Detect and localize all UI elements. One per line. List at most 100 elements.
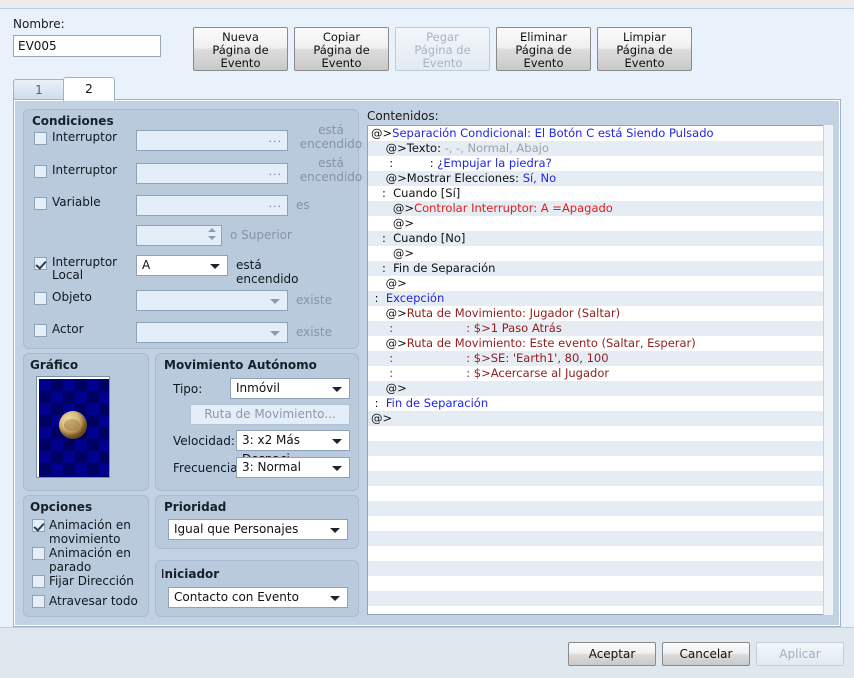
name-input[interactable]	[13, 35, 161, 57]
browse-ellipsis-icon[interactable]: ···	[269, 168, 283, 181]
condition-label-4: Interruptor Local	[52, 256, 136, 282]
page-button-line: Evento	[321, 56, 362, 70]
trigger-combo[interactable]: Contacto con Evento	[168, 587, 348, 608]
condition-checkbox-6[interactable]	[34, 324, 47, 337]
contents-row[interactable]	[368, 561, 832, 576]
option-checkbox-3[interactable]	[32, 595, 45, 608]
contents-row-segment: @>	[371, 381, 407, 395]
movement-speed-combo[interactable]: 3: x2 Más Despaci	[236, 430, 350, 466]
option-checkbox-2[interactable]	[32, 575, 45, 588]
contents-row[interactable]: @>	[368, 411, 832, 426]
condition-checkbox-4[interactable]	[34, 257, 47, 270]
contents-row[interactable]	[368, 516, 832, 531]
contents-row[interactable]	[368, 531, 832, 546]
condition-field-1[interactable]: ···	[136, 163, 288, 184]
window-title-strip	[0, 0, 854, 8]
contents-row-segment: :	[371, 351, 467, 365]
contents-row[interactable]: : Fin de Separación	[368, 396, 832, 411]
contents-row-segment: @>	[371, 336, 407, 350]
page-button-1[interactable]: Copiar Página de Evento	[294, 27, 389, 71]
conditions-title: Condiciones	[32, 114, 114, 128]
chevron-down-icon	[270, 299, 280, 304]
graphic-preview[interactable]	[36, 376, 110, 478]
condition-checkbox-1[interactable]	[34, 165, 47, 178]
spinner-arrows-icon[interactable]	[206, 228, 217, 244]
contents-row[interactable]: @>Controlar Interruptor: A =Apagado	[368, 201, 832, 216]
contents-row[interactable]: @>	[368, 246, 832, 261]
priority-combo[interactable]: Igual que Personajes	[168, 519, 348, 540]
accept-button[interactable]: Aceptar	[568, 642, 656, 666]
contents-row[interactable]: : : $>1 Paso Atrás	[368, 321, 832, 336]
condition-checkbox-5[interactable]	[34, 292, 47, 305]
page-button-4[interactable]: Limpiar Página de Evento	[597, 27, 692, 71]
contents-row[interactable]: : Excepción	[368, 291, 832, 306]
contents-row[interactable]	[368, 456, 832, 471]
condition-checkbox-2[interactable]	[34, 197, 47, 210]
contents-row[interactable]: @>Ruta de Movimiento: Este evento (Salta…	[368, 336, 832, 351]
contents-row-segment: @>	[371, 411, 393, 425]
option-label-line: parado	[49, 560, 92, 574]
contents-row[interactable]	[368, 501, 832, 516]
page-button-0[interactable]: Nueva Página de Evento	[193, 27, 288, 71]
contents-row[interactable]: : Cuando [Sí]	[368, 186, 832, 201]
contents-row-segment: ¿Empujar la piedra?	[437, 156, 552, 170]
movement-frequency-combo[interactable]: 3: Normal	[236, 457, 350, 478]
contents-row[interactable]	[368, 441, 832, 456]
contents-row[interactable]: : : $>Acercarse al Jugador	[368, 366, 832, 381]
contents-row-segment: Texto	[406, 141, 438, 155]
condition-suffix-5: existe	[296, 293, 366, 307]
contents-row[interactable]: @>Mostrar Elecciones: Sí, No	[368, 171, 832, 186]
option-label-line: Atravesar todo	[49, 594, 138, 608]
contents-row-segment: :	[371, 291, 386, 305]
condition-suffix-line: existe	[296, 293, 332, 307]
contents-row[interactable]: @>Texto: -, -, Normal, Abajo	[368, 141, 832, 156]
movement-route-button[interactable]: Ruta de Movimiento...	[190, 404, 350, 425]
condition-checkbox-0[interactable]	[34, 132, 47, 145]
page-button-line: Evento	[624, 56, 665, 70]
tab-2[interactable]: 2	[63, 77, 115, 101]
movement-type-combo[interactable]: Inmóvil	[230, 378, 350, 399]
contents-row-segment: :	[371, 366, 467, 380]
condition-value-spinner[interactable]	[136, 225, 222, 246]
contents-list[interactable]: @>Separación Condicional: El Botón C est…	[367, 125, 833, 615]
browse-ellipsis-icon[interactable]: ···	[269, 135, 283, 148]
chevron-down-icon	[210, 264, 220, 269]
options-title: Opciones	[30, 500, 93, 514]
contents-row[interactable]	[368, 576, 832, 591]
chevron-down-icon	[270, 331, 280, 336]
movement-title: Movimiento Autónomo	[164, 358, 317, 372]
page-button-line: Evento	[220, 56, 261, 70]
tab-1[interactable]: 1	[13, 79, 65, 99]
contents-row[interactable]: @>Ruta de Movimiento: Jugador (Saltar)	[368, 306, 832, 321]
contents-row[interactable]: @>	[368, 216, 832, 231]
contents-row[interactable]: : Cuando [No]	[368, 231, 832, 246]
contents-row[interactable]	[368, 546, 832, 561]
contents-row[interactable]: : Fin de Separación	[368, 261, 832, 276]
condition-suffix-line: está	[318, 123, 344, 137]
condition-combo-4[interactable]: A	[136, 255, 228, 276]
contents-row[interactable]: : : $>SE: 'Earth1', 80, 100	[368, 351, 832, 366]
contents-row-segment: @>	[371, 216, 415, 230]
option-checkbox-1[interactable]	[32, 547, 45, 560]
option-checkbox-0[interactable]	[32, 519, 45, 532]
contents-row[interactable]	[368, 591, 832, 606]
condition-suffix-line: encendido	[299, 170, 363, 184]
contents-scrollbar[interactable]	[823, 125, 833, 615]
page-button-3[interactable]: Eliminar Página de Evento	[496, 27, 591, 71]
browse-ellipsis-icon[interactable]: ···	[269, 200, 283, 213]
condition-combo-5[interactable]	[136, 290, 288, 311]
condition-field-0[interactable]: ···	[136, 130, 288, 151]
contents-row[interactable]: @>	[368, 276, 832, 291]
contents-row[interactable]: @>Separación Condicional: El Botón C est…	[368, 126, 832, 141]
contents-row[interactable]	[368, 426, 832, 441]
contents-row[interactable]	[368, 486, 832, 501]
contents-row[interactable]	[368, 471, 832, 486]
condition-suffix-line: está	[318, 156, 344, 170]
contents-row[interactable]: : : ¿Empujar la piedra?	[368, 156, 832, 171]
condition-field-2[interactable]: ···	[136, 195, 288, 216]
condition-combo-6[interactable]	[136, 322, 288, 343]
contents-row-segment: : Cuando [No]	[371, 231, 466, 245]
movement-type-label: Tipo:	[173, 382, 203, 396]
cancel-button[interactable]: Cancelar	[662, 642, 750, 666]
contents-row[interactable]: @>	[368, 381, 832, 396]
